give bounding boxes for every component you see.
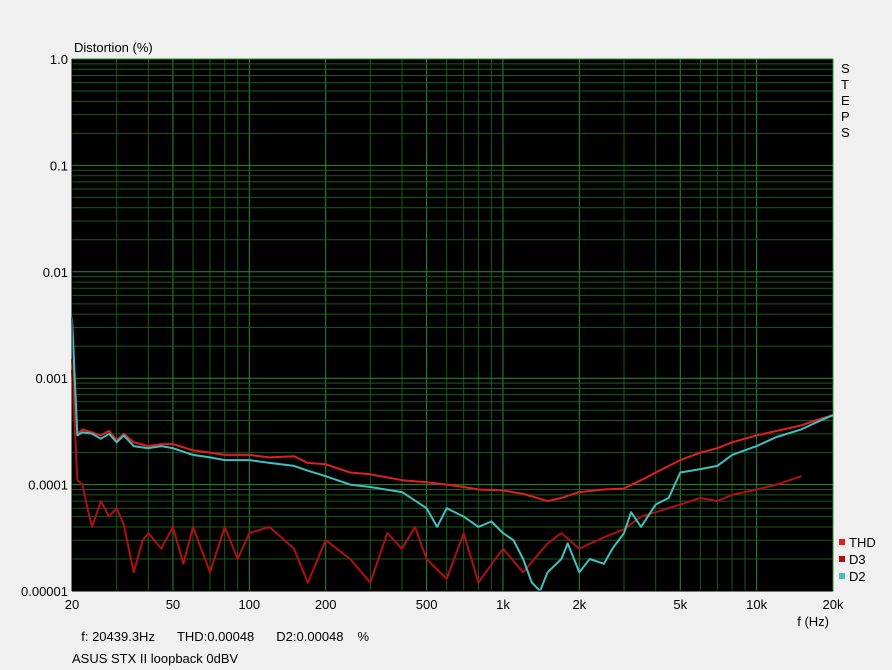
chart-title: Distortion (%) (74, 40, 153, 55)
legend-swatch-d2 (839, 573, 845, 579)
x-tick-label: 20 (65, 597, 79, 612)
side-label-letter: S (841, 61, 850, 76)
y-tick-label: 1.0 (50, 52, 68, 67)
side-label-letter: E (841, 93, 850, 108)
x-tick-label: 20k (823, 597, 844, 612)
x-tick-label: 200 (315, 597, 337, 612)
y-tick-label: 0.0001 (28, 478, 68, 493)
cursor-readout: f: 20439.3Hz THD:0.00048 D2:0.00048% (74, 614, 391, 644)
x-tick-label: 1k (496, 597, 510, 612)
x-tick-label: 50 (166, 597, 180, 612)
distortion-chart: Distortion (%) 1.0 0.1 0.01 0.001 0.0001 0.000… (21, 40, 876, 629)
x-tick-label: 5k (673, 597, 687, 612)
frequency-readout: f: 20439.3Hz (81, 629, 155, 644)
unit-readout: % (357, 629, 370, 644)
y-tick-label: 0.1 (50, 158, 68, 173)
x-tick-label: 100 (238, 597, 260, 612)
x-axis-label: f (Hz) (797, 614, 829, 629)
measurement-caption: ASUS STX II loopback 0dBV (72, 651, 239, 666)
x-tick-label: 10k (746, 597, 767, 612)
x-tick-label: 2k (572, 597, 586, 612)
legend-swatch-d3 (839, 556, 845, 562)
legend-label-d2: D2 (849, 569, 866, 584)
side-label-letter: P (841, 109, 850, 124)
d2-readout: D2:0.00048 (276, 629, 344, 644)
legend-swatch-thd (839, 539, 845, 545)
y-tick-label: 0.001 (35, 371, 68, 386)
y-tick-label: 0.01 (43, 265, 68, 280)
y-tick-label: 0.00001 (21, 584, 68, 599)
x-tick-label: 500 (416, 597, 438, 612)
legend-label-thd: THD (849, 535, 876, 550)
side-label-letter: S (841, 125, 850, 140)
thd-readout: THD:0.00048 (176, 629, 255, 644)
legend-label-d3: D3 (849, 552, 866, 567)
side-label-letter: T (841, 77, 849, 92)
